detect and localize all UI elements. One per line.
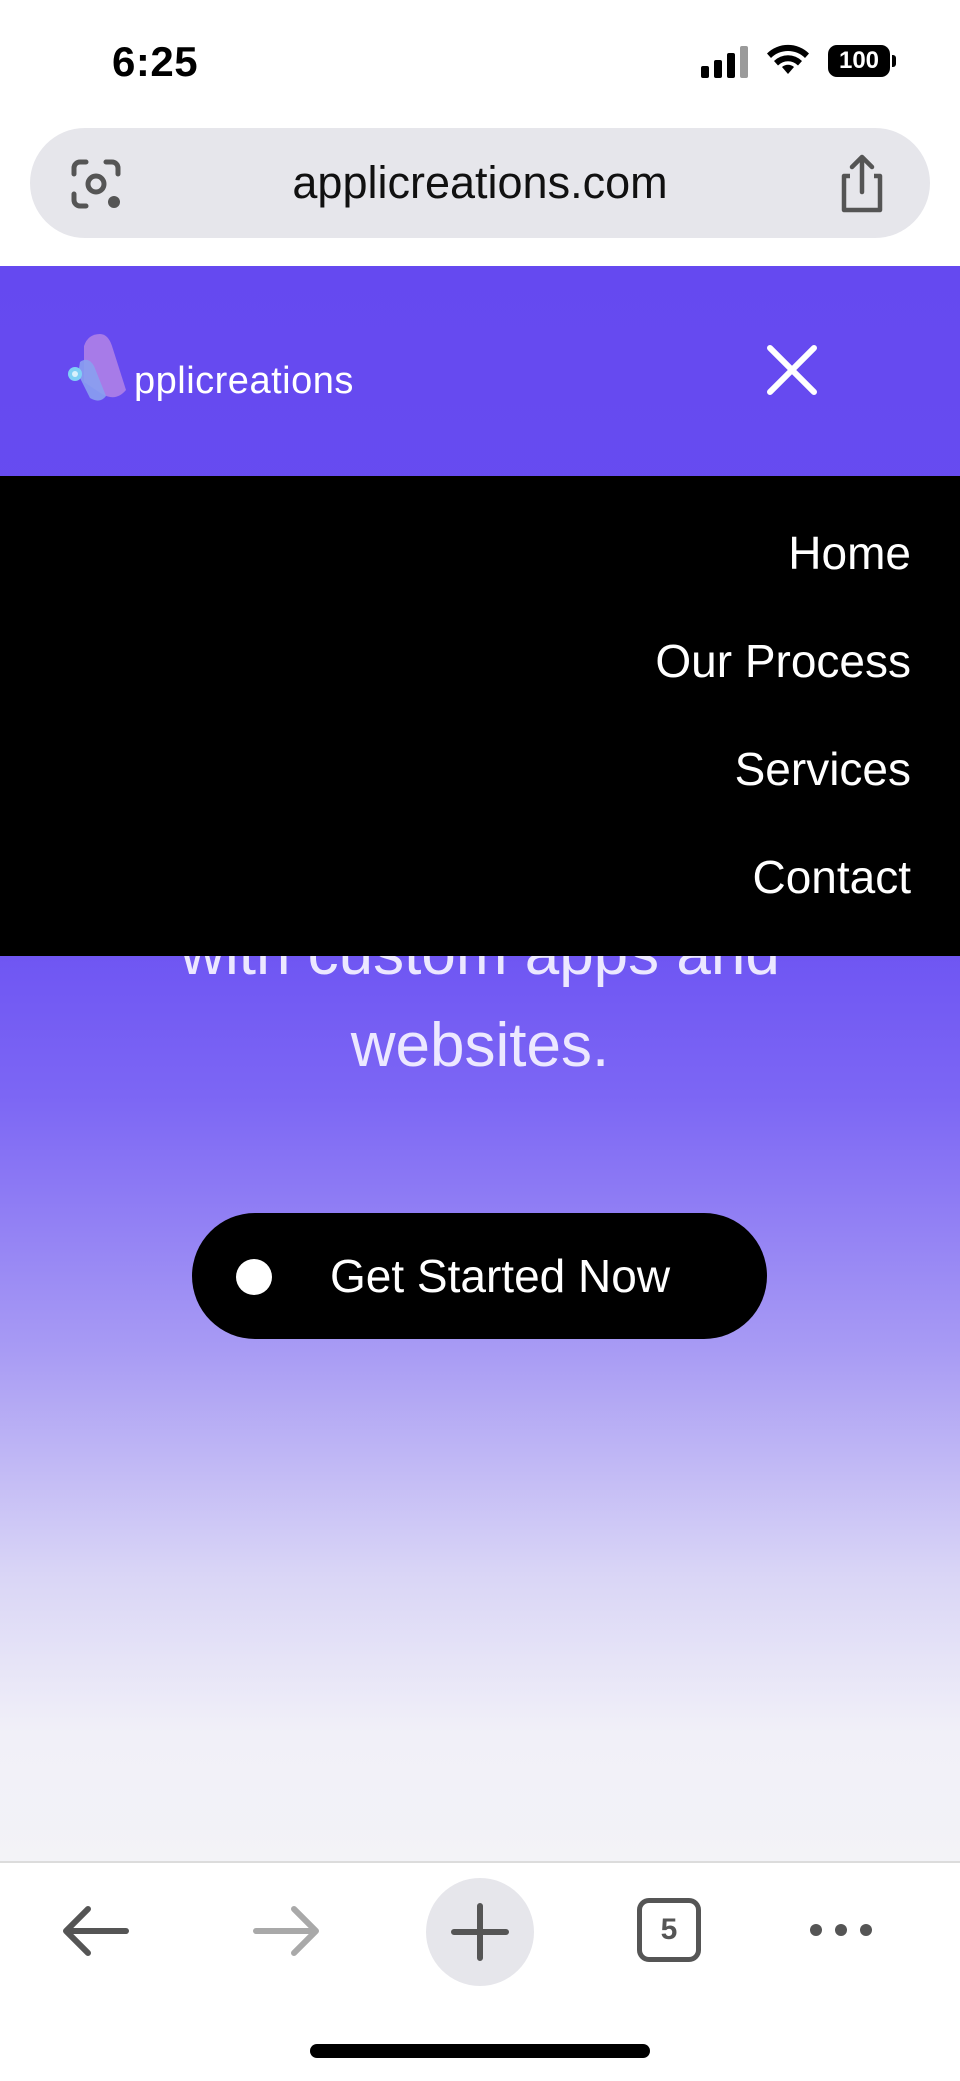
back-arrow-icon[interactable]: [58, 1903, 130, 1959]
site-logo[interactable]: pplicreations: [66, 332, 366, 422]
more-options-icon[interactable]: [806, 1918, 876, 1942]
status-time: 6:25: [112, 38, 199, 85]
battery-level: 100: [828, 45, 890, 77]
battery-icon: 100: [828, 45, 896, 77]
home-indicator: [310, 2044, 650, 2058]
get-started-button[interactable]: Get Started Now: [192, 1213, 767, 1339]
new-tab-button[interactable]: [426, 1878, 534, 1986]
logo-text: pplicreations: [134, 360, 354, 402]
tabs-button[interactable]: 5: [637, 1898, 701, 1962]
status-icons: 100: [701, 44, 896, 78]
plus-icon: [451, 1903, 509, 1961]
signal-icon: [701, 44, 748, 78]
menu-item-services[interactable]: Services: [735, 742, 911, 796]
menu-item-contact[interactable]: Contact: [752, 850, 911, 904]
headline-line-2: websites.: [350, 1011, 610, 1080]
close-icon[interactable]: [762, 340, 822, 400]
share-icon[interactable]: [834, 154, 890, 214]
dot-icon: [236, 1259, 272, 1295]
wifi-icon: [767, 44, 809, 74]
menu-item-our-process[interactable]: Our Process: [655, 634, 911, 688]
headline-line-1-text: with custom apps and: [180, 956, 780, 988]
logo-mark-icon: [68, 334, 126, 401]
menu-item-home[interactable]: Home: [788, 526, 911, 580]
headline-line-1: with custom apps and: [0, 956, 960, 1000]
url-text[interactable]: applicreations.com: [30, 128, 930, 238]
status-bar: 6:25 100: [0, 0, 960, 120]
forward-arrow-icon[interactable]: [252, 1903, 324, 1959]
browser-toolbar: 5: [0, 1861, 960, 2081]
get-started-label: Get Started Now: [330, 1250, 671, 1302]
nav-menu: Home Our Process Services Contact: [0, 476, 960, 956]
hero-section: pplicreations Home Our Process Services …: [0, 266, 960, 1861]
address-bar[interactable]: applicreations.com: [30, 128, 930, 238]
